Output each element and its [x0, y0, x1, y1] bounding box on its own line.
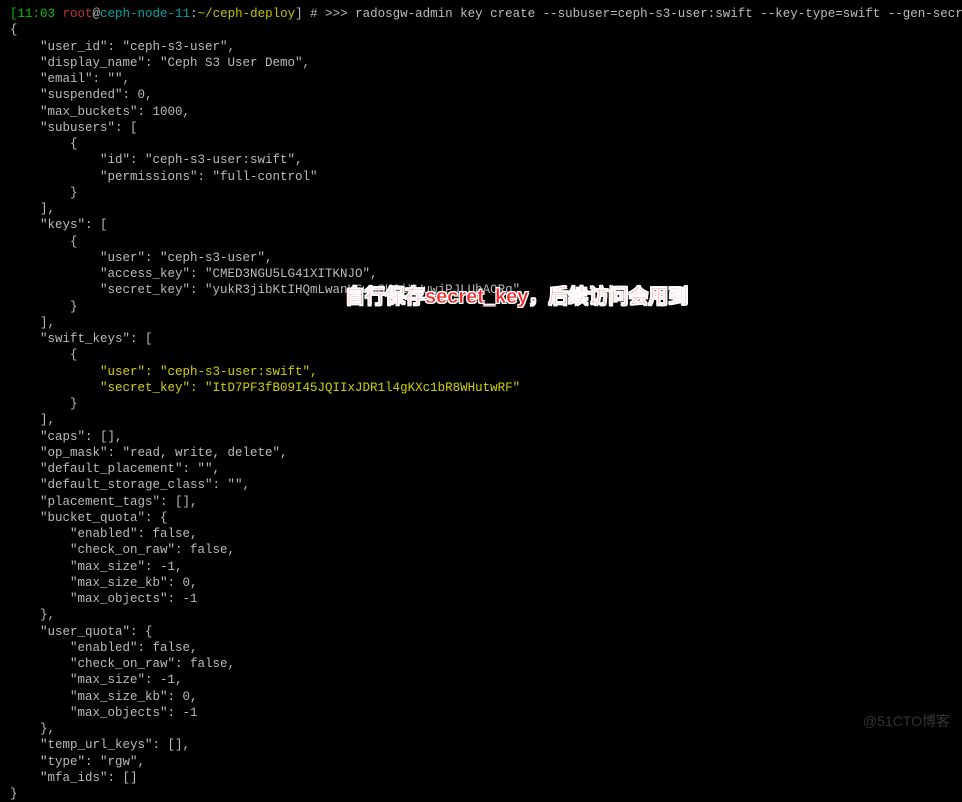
prompt-close-bracket: ]: [295, 7, 303, 21]
highlighted-secret-key: "secret_key": "ItD7PF3fB09I45JQIIxJDR1l4…: [10, 380, 952, 396]
prompt-at: @: [93, 7, 101, 21]
json-output-bottom: } ], "caps": [], "op_mask": "read, write…: [10, 396, 952, 802]
highlighted-swift-user: "user": "ceph-s3-user:swift",: [10, 364, 952, 380]
watermark: @51CTO博客: [863, 712, 950, 730]
prompt-time: [11:03: [10, 7, 63, 21]
prompt-host: ceph-node-11: [100, 7, 190, 21]
prompt-symbol: # >>>: [303, 7, 356, 21]
annotation-note: 自行保存secret_key，后续访问会用到: [345, 284, 688, 310]
prompt-user: root: [63, 7, 93, 21]
prompt-path: ~/ceph-deploy: [198, 7, 296, 21]
command-text: radosgw-admin key create --subuser=ceph-…: [355, 7, 962, 21]
json-output-top: { "user_id": "ceph-s3-user", "display_na…: [10, 22, 952, 363]
terminal-prompt-line[interactable]: [11:03 root@ceph-node-11:~/ceph-deploy] …: [10, 6, 952, 22]
prompt-colon: :: [190, 7, 198, 21]
